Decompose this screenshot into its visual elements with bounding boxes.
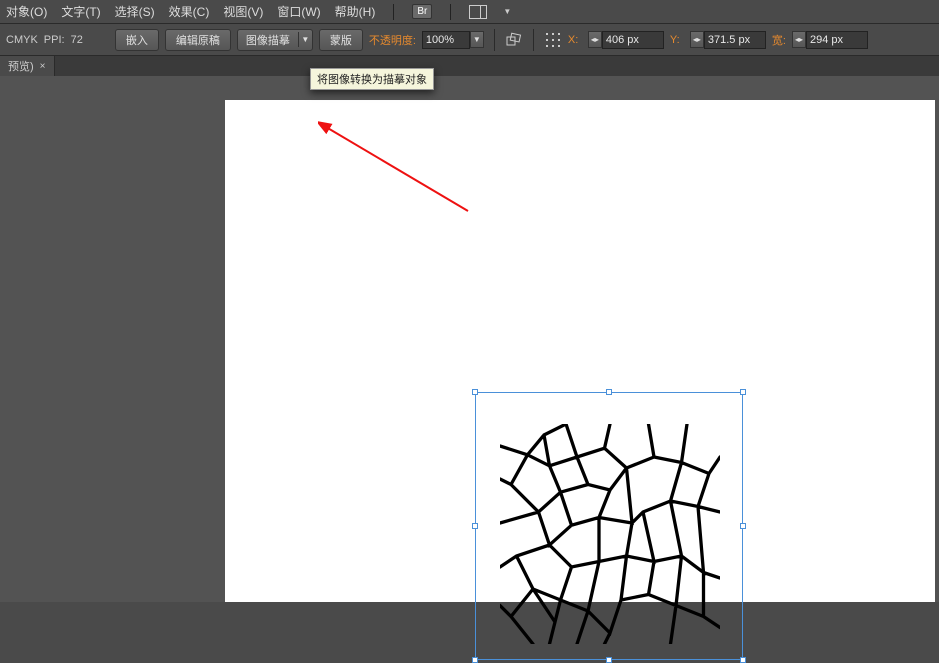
opacity-field[interactable]: ▼	[422, 31, 484, 49]
stepper-icon[interactable]: ◂▸	[588, 31, 602, 48]
x-label: X:	[568, 34, 582, 46]
menu-text[interactable]: 文字(T)	[61, 3, 100, 20]
chevron-down-icon[interactable]: ▼	[470, 31, 484, 48]
document-tab-bar: 预览) ×	[0, 56, 939, 76]
menu-select[interactable]: 选择(S)	[115, 3, 155, 20]
image-trace-dropdown[interactable]: 图像描摹 ▼	[237, 29, 313, 51]
stepper-icon[interactable]: ◂▸	[792, 31, 806, 48]
edit-original-button[interactable]: 编辑原稿	[165, 29, 231, 51]
selection-handle[interactable]	[740, 389, 746, 395]
stepper-icon[interactable]: ◂▸	[690, 31, 704, 48]
width-field[interactable]: ◂▸	[792, 31, 868, 49]
selection-handle[interactable]	[740, 657, 746, 663]
menu-help[interactable]: 帮助(H)	[335, 3, 376, 20]
document-tab[interactable]: 预览) ×	[0, 56, 55, 76]
menu-bar: 对象(O) 文字(T) 选择(S) 效果(C) 视图(V) 窗口(W) 帮助(H…	[0, 0, 939, 24]
tooltip: 将图像转换为描摹对象	[310, 68, 434, 90]
mask-button[interactable]: 蒙版	[319, 29, 363, 51]
transform-icon[interactable]	[505, 31, 523, 49]
menu-window[interactable]: 窗口(W)	[277, 3, 320, 20]
menu-effect[interactable]: 效果(C)	[169, 3, 210, 20]
opacity-input[interactable]	[422, 31, 470, 49]
y-field[interactable]: ◂▸	[690, 31, 766, 49]
separator	[450, 4, 451, 20]
selection-handle[interactable]	[472, 657, 478, 663]
document-tab-title: 预览)	[8, 58, 34, 74]
chevron-down-icon[interactable]: ▼	[298, 32, 312, 47]
opacity-label: 不透明度:	[369, 32, 416, 48]
image-trace-label: 图像描摹	[238, 30, 298, 50]
ppi-label: PPI:	[44, 34, 65, 46]
selection-handle[interactable]	[472, 389, 478, 395]
menu-object[interactable]: 对象(O)	[6, 3, 47, 20]
selection-handle[interactable]	[606, 389, 612, 395]
work-area	[0, 76, 939, 602]
separator	[393, 4, 394, 20]
menu-view[interactable]: 视图(V)	[223, 3, 263, 20]
close-tab-icon[interactable]: ×	[40, 61, 46, 72]
embed-button[interactable]: 嵌入	[115, 29, 159, 51]
y-label: Y:	[670, 34, 684, 46]
separator	[494, 29, 495, 51]
colormode-label: CMYK	[6, 34, 38, 46]
selection-handle[interactable]	[472, 523, 478, 529]
ppi-value: 72	[71, 34, 83, 46]
width-label: 宽:	[772, 32, 786, 48]
layout-icon[interactable]	[469, 5, 487, 19]
selection-handle[interactable]	[740, 523, 746, 529]
bridge-button[interactable]: Br	[412, 4, 432, 19]
separator	[533, 29, 534, 51]
width-input[interactable]	[806, 31, 868, 49]
x-input[interactable]	[602, 31, 664, 49]
control-bar: CMYK PPI: 72 嵌入 编辑原稿 图像描摹 ▼ 蒙版 不透明度: ▼ X…	[0, 24, 939, 56]
selection-handle[interactable]	[606, 657, 612, 663]
x-field[interactable]: ◂▸	[588, 31, 664, 49]
chevron-down-icon[interactable]: ▼	[503, 7, 511, 16]
y-input[interactable]	[704, 31, 766, 49]
reference-point-icon[interactable]	[544, 31, 562, 49]
selection-box[interactable]	[475, 392, 743, 660]
